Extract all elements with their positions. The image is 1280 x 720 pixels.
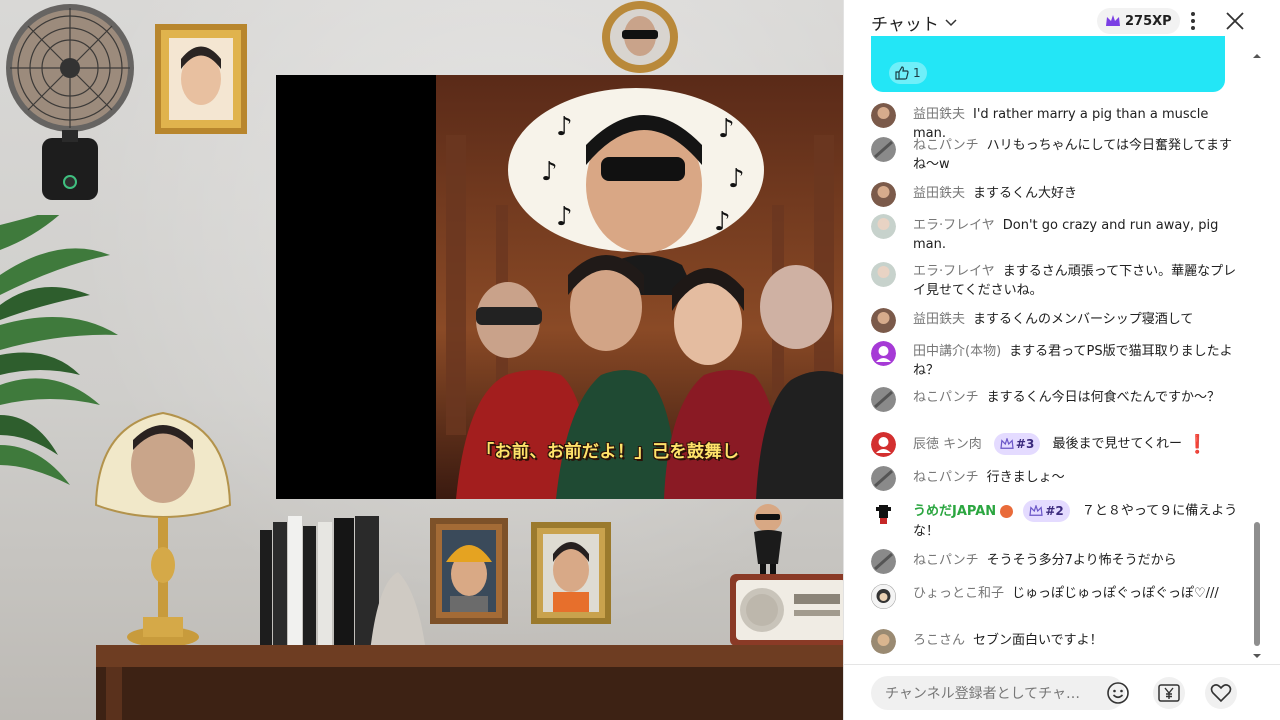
emoji-icon[interactable]	[1106, 681, 1130, 705]
tv-subtitle: 「お前、お前だよ！」己を鼓舞し	[477, 442, 740, 462]
author-name[interactable]: ねこパンチ	[913, 470, 979, 485]
author-name[interactable]: エラ·フレイヤ	[913, 218, 995, 233]
avatar[interactable]	[871, 629, 896, 654]
scroll-up-icon[interactable]	[1253, 52, 1261, 60]
member-rank: #2	[1045, 503, 1064, 518]
framed-portrait	[430, 518, 508, 624]
like-reaction[interactable]: 1	[889, 62, 927, 84]
message-text: 最後まで見せてくれー	[1052, 436, 1183, 452]
avatar[interactable]	[871, 214, 896, 239]
avatar[interactable]	[871, 584, 896, 609]
crown-icon	[1106, 15, 1120, 26]
thumbs-up-icon	[895, 66, 909, 80]
author-name[interactable]: 益田鉄夫	[913, 186, 965, 201]
tv-artwork: ♪ ♪ ♪ ♪ ♪ ♪	[436, 75, 843, 499]
message-text: 行きましょ〜	[986, 470, 1065, 485]
tv-screen: ♪ ♪ ♪ ♪ ♪ ♪	[276, 75, 843, 499]
author-name[interactable]: 辰徳 キン肉	[913, 437, 982, 452]
author-name[interactable]: ねこパンチ	[913, 138, 979, 153]
avatar[interactable]	[871, 549, 896, 574]
svg-text:♪: ♪	[541, 157, 558, 187]
retro-radio	[730, 574, 843, 646]
framed-portrait	[155, 24, 247, 134]
message-text: まするくんのメンバーシップ寝酒して	[973, 312, 1194, 327]
message-text: まするくん大好き	[973, 186, 1078, 201]
avatar[interactable]	[871, 341, 896, 366]
figurine	[754, 504, 782, 576]
svg-text:♪: ♪	[556, 202, 573, 232]
author-name[interactable]: ねこパンチ	[913, 553, 979, 568]
exclamation-icon: ❗	[1186, 433, 1209, 455]
avatar[interactable]	[871, 466, 896, 491]
crown-icon	[1029, 505, 1043, 516]
owner-name[interactable]: うめだJAPAN	[913, 504, 996, 519]
avatar[interactable]	[871, 262, 896, 287]
heart-icon	[1210, 684, 1232, 703]
like-count: 1	[913, 66, 921, 80]
super-chat-button[interactable]	[1153, 677, 1185, 709]
avatar[interactable]	[871, 308, 896, 333]
yen-icon	[1158, 684, 1180, 702]
avatar[interactable]	[871, 137, 896, 162]
author-name[interactable]: ろこさん	[913, 633, 965, 648]
close-icon[interactable]	[1224, 10, 1246, 32]
author-name[interactable]: ねこパンチ	[913, 390, 979, 405]
avatar[interactable]	[871, 387, 896, 412]
message-text: じゅっぽじゅっぽぐっぽぐっぽ♡///	[1012, 586, 1219, 601]
avatar[interactable]	[871, 103, 896, 128]
message-text: そうそう多分7より怖そうだから	[986, 553, 1177, 568]
member-badge[interactable]: #2	[1023, 500, 1070, 522]
wooden-shelf	[96, 645, 843, 720]
svg-text:♪: ♪	[556, 112, 573, 142]
live-chat-panel: チャット 275XP 1 益田鉄夫 I'd rather marry a pig …	[843, 0, 1280, 720]
chat-input[interactable]: チャンネル登録者としてチャ…	[871, 676, 1125, 710]
desk-fan	[6, 4, 134, 200]
scroll-down-icon[interactable]	[1253, 652, 1261, 660]
member-rank: #3	[1015, 436, 1035, 451]
chat-title: チャット	[871, 14, 939, 35]
heart-reaction-button[interactable]	[1205, 677, 1237, 709]
author-name[interactable]: 益田鉄夫	[913, 312, 965, 327]
author-name[interactable]: 益田鉄夫	[913, 107, 965, 122]
xp-value: 275XP	[1125, 13, 1172, 29]
author-name[interactable]: ひょっとこ和子	[913, 586, 1004, 601]
chevron-down-icon[interactable]	[945, 16, 957, 28]
scroll-thumb[interactable]	[1254, 522, 1260, 646]
chat-scrollbar[interactable]	[1253, 48, 1261, 662]
member-badge[interactable]: #3	[993, 433, 1041, 455]
crown-icon	[1000, 438, 1014, 449]
verified-star-icon	[1000, 504, 1014, 518]
avatar[interactable]	[871, 501, 896, 526]
avatar[interactable]	[871, 182, 896, 207]
message-text: まするくん今日は何食べたんですか〜？	[986, 390, 1221, 405]
svg-text:♪: ♪	[714, 207, 731, 237]
more-options-icon[interactable]	[1188, 10, 1198, 32]
table-lamp	[94, 411, 232, 647]
bookshelf-books	[260, 516, 426, 652]
chat-input-placeholder: チャンネル登録者としてチャ…	[885, 686, 1081, 702]
avatar[interactable]	[871, 432, 896, 457]
framed-portrait	[602, 1, 678, 73]
pinned-message: 1	[871, 36, 1225, 92]
author-name[interactable]: エラ·フレイヤ	[913, 264, 995, 279]
stream-scene: ♪ ♪ ♪ ♪ ♪ ♪ 「お前、お前だよ！」己を鼓舞し	[0, 0, 843, 720]
framed-portrait	[531, 522, 611, 624]
svg-text:♪: ♪	[718, 114, 735, 144]
xp-badge[interactable]: 275XP	[1097, 8, 1180, 34]
svg-text:♪: ♪	[728, 164, 745, 194]
author-name[interactable]: 田中講介(本物)	[913, 344, 1001, 359]
message-text: セブン面白いですよ！	[973, 633, 1103, 648]
